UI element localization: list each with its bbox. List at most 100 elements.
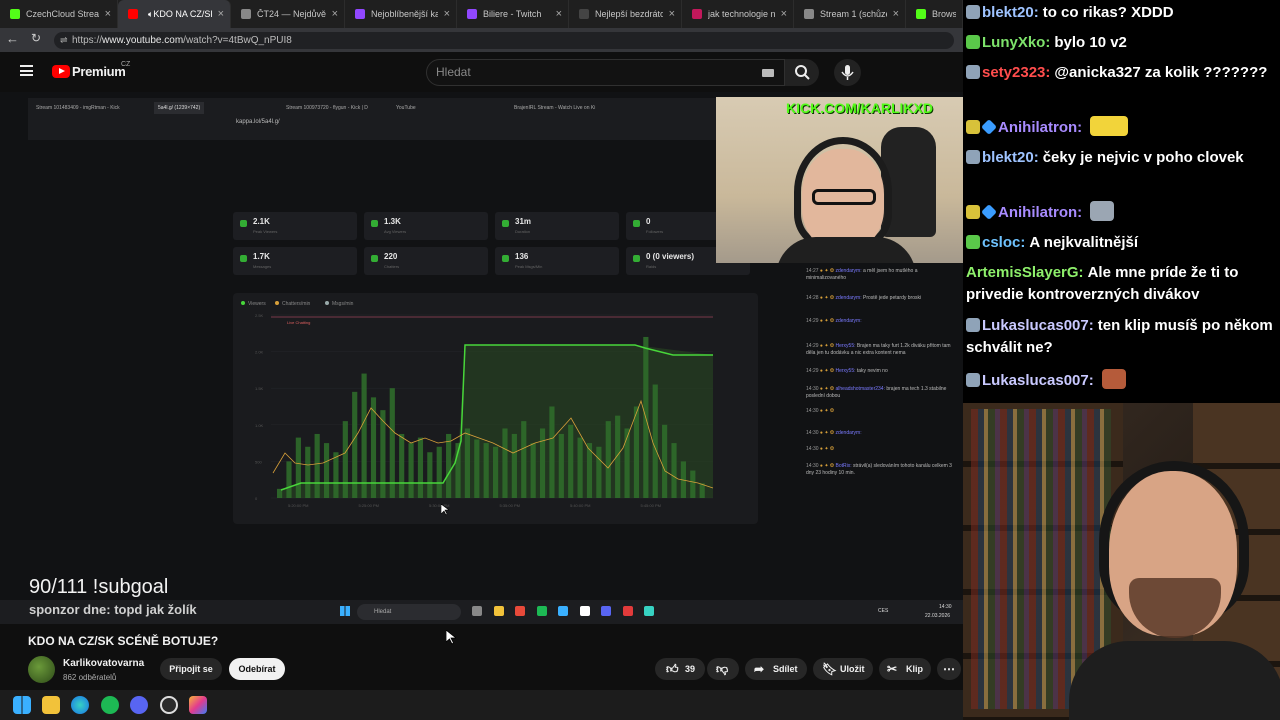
voice-search-button[interactable] — [834, 59, 861, 86]
edge-browser-icon[interactable] — [71, 696, 89, 714]
tab-label: Nejoblíbenější kanály — [371, 9, 438, 19]
file-explorer-icon[interactable] — [42, 696, 60, 714]
save-label: Uložit — [840, 664, 865, 674]
dislike-button[interactable]: 👎︎ — [707, 658, 739, 680]
subscribe-button[interactable]: Odebírat — [229, 658, 285, 680]
video-inner-app-icon — [644, 606, 654, 616]
stat-value: 136 — [515, 252, 529, 261]
chat-username[interactable]: Lukaslucas007: — [982, 317, 1094, 334]
chat-username[interactable]: ArtemisSlayerG: — [966, 264, 1084, 281]
chat-message: csloc: A nejkvalitnější — [966, 232, 1278, 254]
chat-message: ArtemisSlayerG: Ale mne príde že ti to pr… — [966, 262, 1278, 306]
save-button[interactable]: 🔖︎ Uložit — [813, 658, 873, 680]
site-info-icon[interactable]: ⇌ — [60, 32, 68, 49]
chat-username[interactable]: sety2323: — [982, 64, 1050, 81]
back-icon[interactable]: ← — [6, 31, 19, 46]
stat-card: 136 Peak Msgs/Min — [495, 247, 619, 275]
mouse-cursor-icon — [446, 630, 456, 645]
youtube-logo-icon[interactable] — [52, 65, 70, 78]
msgs-bar — [511, 433, 517, 498]
browser-tab[interactable]: Stream 1 (schůze PS) × — [794, 0, 906, 28]
browser-tab[interactable]: ČT24 — Nejdůvěryhodn × — [231, 0, 345, 28]
scissors-icon: ✂ — [887, 662, 898, 676]
bookmark-icon: 🔖︎ — [822, 662, 838, 676]
tab-close-icon[interactable]: × — [556, 8, 562, 20]
msgs-bar — [446, 433, 452, 498]
copilot-icon[interactable] — [189, 696, 207, 714]
chat-username[interactable]: blekt20: — [982, 149, 1039, 166]
msgs-bar — [333, 452, 339, 498]
clip-button[interactable]: ✂ Klip — [879, 658, 931, 680]
face-emote-icon — [1101, 369, 1126, 389]
chat-username[interactable]: Anihilatron: — [998, 119, 1082, 136]
stat-card: 1.3K Avg Viewers — [364, 212, 488, 240]
keyboard-icon[interactable] — [762, 69, 774, 77]
video-inner-tab: YouTube — [396, 105, 416, 111]
share-button[interactable]: ➦ Sdílet — [745, 658, 807, 680]
tab-close-icon[interactable]: × — [669, 8, 675, 20]
browser-tab[interactable]: Nejlepší bezdrátová × — [569, 0, 682, 28]
address-bar[interactable]: ⇌ https://www.youtube.com/watch?v=4tBwQ_… — [54, 32, 954, 49]
chat-text: to co rikas? XDDD — [1042, 4, 1174, 21]
tab-close-icon[interactable]: × — [105, 8, 111, 20]
msgs-bar — [314, 433, 320, 498]
streamer-webcam: KICK.COM/KARLIKXD — [716, 97, 963, 263]
tab-close-icon[interactable]: × — [218, 8, 224, 20]
more-actions-button[interactable]: ⋯ — [937, 658, 961, 680]
channel-avatar[interactable] — [28, 656, 55, 683]
chat-username[interactable]: blekt20: — [982, 4, 1039, 21]
spotify-icon[interactable] — [101, 696, 119, 714]
url-scheme: https:// — [72, 35, 103, 46]
tab-close-icon[interactable]: × — [781, 8, 787, 20]
x-tick-label: 5:35:00 PM — [500, 503, 520, 508]
browser-tab[interactable]: CzechCloud Stream × — [0, 0, 118, 28]
browser-tab[interactable]: Browse - T — [906, 0, 963, 28]
chat-username[interactable]: LunyXko: — [982, 34, 1050, 51]
chat-badge-icon — [966, 373, 980, 387]
discord-icon[interactable] — [130, 696, 148, 714]
chat-badge-icon — [966, 318, 980, 332]
browser-toolbar: ← ↻ ⇌ https://www.youtube.com/watch?v=4t… — [0, 28, 963, 52]
chat-username[interactable]: csloc: — [982, 234, 1025, 251]
chat-username[interactable]: Lukaslucas007: — [982, 372, 1094, 389]
stat-value: 0 — [646, 217, 651, 226]
tab-close-icon[interactable]: × — [332, 8, 338, 20]
chat-message: blekt20: to co rikas? XDDD — [966, 2, 1278, 24]
chat-user: alheadshotmaster234: — [835, 386, 885, 392]
browser-tab[interactable]: 🔈︎ KDO NA CZ/SK × — [118, 0, 231, 28]
chat-username[interactable]: Anihilatron: — [998, 204, 1082, 221]
windows-start-icon[interactable] — [13, 696, 31, 714]
chart-annotation: Live Chatting — [287, 320, 310, 325]
search-button[interactable] — [785, 59, 819, 86]
chat-text: bylo 10 v2 — [1054, 34, 1127, 51]
channel-name[interactable]: Karlikovatovarna — [63, 658, 144, 669]
video-inner-url: kappa.lol/5a4l.g/ — [236, 119, 280, 125]
youtube-premium-label[interactable]: Premium — [72, 64, 126, 79]
reload-icon[interactable]: ↻ — [31, 31, 41, 45]
tab-favicon-icon — [579, 9, 589, 19]
y-tick-label: 2.5K — [255, 313, 264, 318]
browser-tab[interactable]: Nejoblíbenější kanály × — [345, 0, 457, 28]
chat-text: A nejkvalitnější — [1029, 234, 1139, 251]
stream-chat: blekt20: to co rikas? XDDD LunyXko: bylo 10… — [963, 0, 1280, 403]
stat-label: Peak Msgs/Min — [515, 264, 543, 269]
obs-icon[interactable] — [160, 696, 178, 714]
menu-icon[interactable] — [20, 65, 33, 76]
video-inner-app-icon — [536, 606, 547, 616]
chat-badge-icon — [966, 235, 980, 249]
browser-tab[interactable]: Biliere - Twitch × — [457, 0, 569, 28]
msgs-bar — [558, 433, 564, 498]
like-button[interactable]: 👍︎ 39 — [655, 658, 705, 680]
tab-close-icon[interactable]: × — [444, 8, 450, 20]
stat-icon — [371, 255, 378, 262]
video-player[interactable]: Stream 101483409 - imgRtman - Kick 5a4l.g… — [0, 92, 963, 624]
msgs-bar — [295, 437, 301, 498]
browser-tab[interactable]: jak technologie navá × — [682, 0, 794, 28]
chat-text: Prostě jede petardy broski — [863, 295, 922, 301]
region-label: CZ — [121, 61, 131, 68]
clip-label: Klip — [906, 664, 923, 674]
legend-dot — [241, 301, 245, 305]
tab-close-icon[interactable]: × — [893, 8, 899, 20]
search-input[interactable]: Hledat — [426, 59, 785, 86]
join-button[interactable]: Připojit se — [160, 658, 222, 680]
